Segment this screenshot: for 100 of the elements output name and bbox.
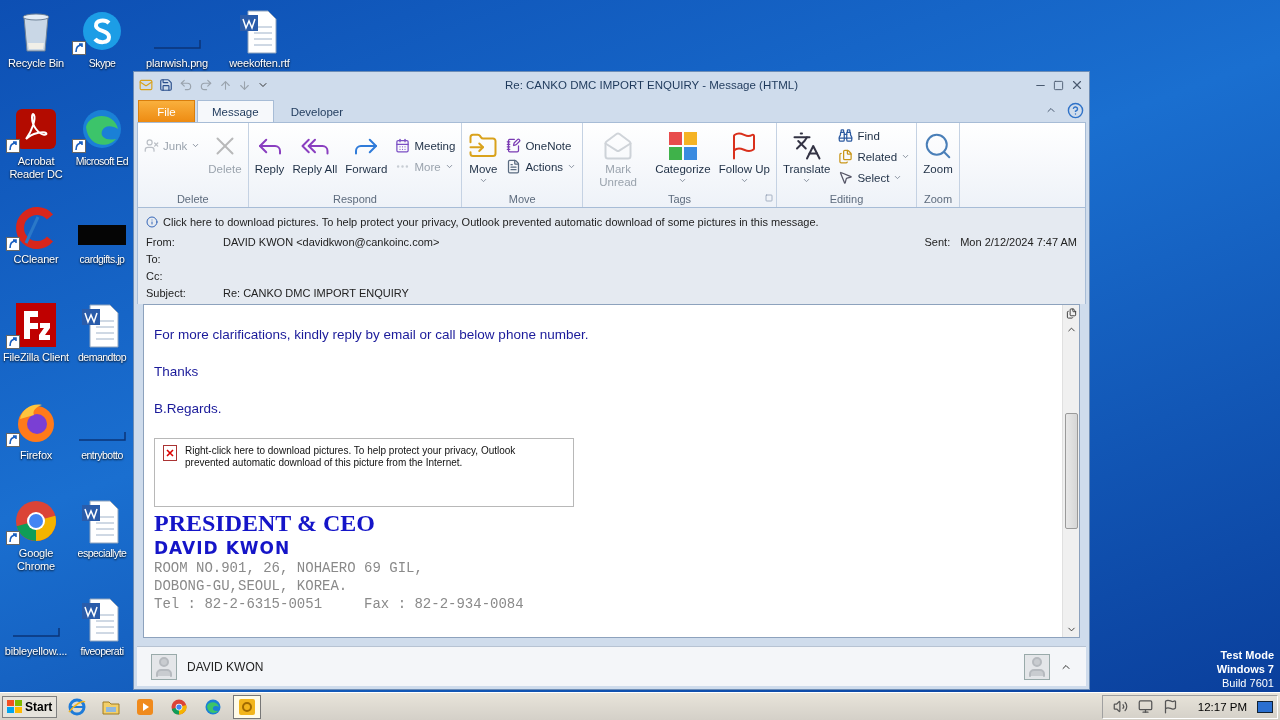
field-label: From: — [146, 236, 176, 248]
windows-logo-icon — [7, 699, 23, 714]
group-label: Zoom — [924, 192, 953, 205]
ribbon-button[interactable]: Categorize — [652, 127, 714, 187]
save-icon[interactable] — [159, 78, 173, 92]
signature-line: ROOM NO.901, 26, NOHAERO 69 GIL, — [154, 559, 424, 577]
scroll-page-icon — [1065, 307, 1077, 319]
info-icon — [146, 216, 158, 228]
clock[interactable]: 12:17 PM — [1197, 700, 1247, 713]
ribbon-button[interactable]: Zoom — [920, 127, 957, 178]
undo-icon[interactable] — [179, 78, 193, 92]
desktop-icon-label[interactable]: Firefox — [19, 449, 53, 462]
body-text: B.Regards. — [154, 401, 223, 416]
desktop-icon-label[interactable]: bibleyellow.... — [4, 645, 68, 658]
scroll-thumb[interactable] — [1064, 413, 1078, 529]
desktop-icon-label[interactable]: demandtop — [77, 351, 126, 364]
show-desktop-icon[interactable] — [1257, 700, 1273, 713]
desktop-icon-label[interactable]: Microsoft Ed — [75, 155, 129, 168]
folder-icon — [102, 698, 121, 715]
caret-icon — [444, 162, 454, 171]
group-label: Delete — [176, 192, 209, 205]
caret-icon — [567, 162, 577, 171]
translate-icon — [791, 131, 822, 161]
field-label: Sent: — [924, 236, 951, 248]
dialog-launcher-icon[interactable] — [764, 194, 773, 202]
info-bar-text[interactable]: Click here to download pictures. To help protect your privacy, Outlook prevented automatic download of some pictures in this message. — [163, 216, 819, 228]
ribbon-button[interactable]: Reply All — [289, 127, 341, 178]
field-label: Cc: — [146, 270, 164, 282]
ribbon-button[interactable]: Follow Up — [715, 127, 773, 187]
browser-icon — [68, 697, 87, 716]
broken-image-icon — [163, 445, 177, 461]
field-value: Re: CANKO DMC IMPORT ENQUIRY — [223, 287, 409, 299]
ribbon-button[interactable]: Forward — [342, 127, 391, 178]
maximize-icon[interactable] — [1053, 79, 1064, 91]
edge-icon — [204, 697, 223, 716]
scrollbar[interactable] — [1062, 305, 1079, 637]
avatar-icon — [151, 653, 177, 680]
body-text: For more clarifications, kindly reply by email or call below phone number. — [154, 327, 590, 342]
contact-name[interactable]: DAVID KWON — [187, 659, 1014, 674]
os-build-text: Build 7601 — [1222, 676, 1274, 690]
desktop-icon-label[interactable]: Google Chrome — [0, 547, 72, 573]
flag-icon[interactable] — [1162, 699, 1178, 714]
desktop-icon-label[interactable]: weekoften.rtf — [229, 57, 290, 70]
ribbon-button[interactable]: Find — [835, 127, 914, 144]
desktop-icon-label[interactable]: Acrobat Reader DC — [0, 155, 72, 181]
ribbon-button[interactable]: Translate — [779, 127, 834, 187]
desktop-icon-label[interactable]: cardgifts.jp — [79, 253, 125, 266]
up-arrow-icon[interactable] — [219, 78, 232, 92]
field-label: Subject: — [146, 287, 187, 299]
shortcut-arrow-icon — [6, 237, 20, 251]
envelope-icon — [139, 78, 153, 92]
desktop-icon-label[interactable]: FileZilla Client — [3, 351, 69, 364]
taskbar-app[interactable] — [233, 694, 262, 719]
os-build-text: Test Mode — [1220, 648, 1274, 662]
documents-icon — [838, 149, 854, 164]
field-label: To: — [146, 253, 162, 265]
avatar-icon — [1024, 653, 1050, 680]
shortcut-arrow-icon — [6, 139, 20, 153]
ribbon-button[interactable]: Meeting — [392, 137, 459, 154]
window-title: Re: CANKO DMC IMPORT ENQUIRY - Message (HTML) — [503, 79, 800, 91]
ribbon-tab[interactable]: Message — [197, 100, 274, 122]
document-icon — [506, 159, 522, 174]
caret-icon — [739, 176, 749, 185]
signature-title: PRESIDENT & CEO — [154, 509, 376, 537]
desktop-icon-label[interactable]: entrybotto — [81, 449, 123, 462]
shortcut-arrow-icon — [6, 433, 20, 447]
ribbon-button[interactable]: Select — [835, 169, 914, 186]
desktop-icon-label[interactable]: Skype — [88, 57, 116, 70]
ribbon-tab[interactable]: Developer — [275, 100, 359, 122]
close-icon[interactable] — [1070, 78, 1084, 92]
notebook-icon — [506, 138, 522, 153]
ribbon-button[interactable]: OneNote — [503, 137, 580, 154]
start-button[interactable]: Start — [2, 695, 58, 718]
desktop-icon-label[interactable]: CCleaner — [13, 253, 59, 266]
blocked-picture[interactable]: Right-click here to download pictures. To help protect your privacy, Outlook prevented automatic download of this picture from the Internet. — [154, 438, 574, 507]
signature-line: DOBONG-GU,SEOUL, KOREA. — [154, 577, 349, 595]
calendar-icon — [395, 138, 411, 153]
desktop-icon-label[interactable]: especiallyte — [77, 547, 127, 560]
blocked-picture-text: Right-click here to download pictures. To help protect your privacy, Outlook prevented automatic download of this picture from the Internet. — [185, 445, 517, 470]
help-icon[interactable] — [1067, 101, 1084, 119]
group-label: Move — [508, 192, 536, 205]
group-label: Editing — [829, 192, 864, 205]
group-label: Respond — [332, 192, 377, 205]
shortcut-arrow-icon — [72, 139, 86, 153]
os-build-text: Windows 7 — [1216, 662, 1274, 676]
pointer-icon — [838, 170, 854, 185]
redo-icon[interactable] — [199, 78, 213, 92]
desktop-icon-label[interactable]: Recycle Bin — [8, 57, 64, 70]
down-arrow-icon[interactable] — [238, 78, 251, 92]
ribbon-button[interactable]: Actions — [503, 158, 580, 175]
chrome-icon — [170, 697, 189, 716]
media-player-icon — [136, 697, 155, 716]
ribbon-button[interactable]: Move — [465, 127, 502, 187]
ribbon-button[interactable]: Related — [835, 148, 914, 165]
caret-icon — [901, 152, 911, 161]
desktop-icon-label[interactable]: fiveoperati — [80, 645, 124, 658]
speaker-icon[interactable] — [1112, 699, 1128, 714]
signature-name: DAVID KWON — [154, 537, 292, 559]
desktop-icon-label[interactable]: planwish.png — [146, 57, 208, 70]
ribbon-button[interactable]: Reply — [251, 127, 288, 178]
